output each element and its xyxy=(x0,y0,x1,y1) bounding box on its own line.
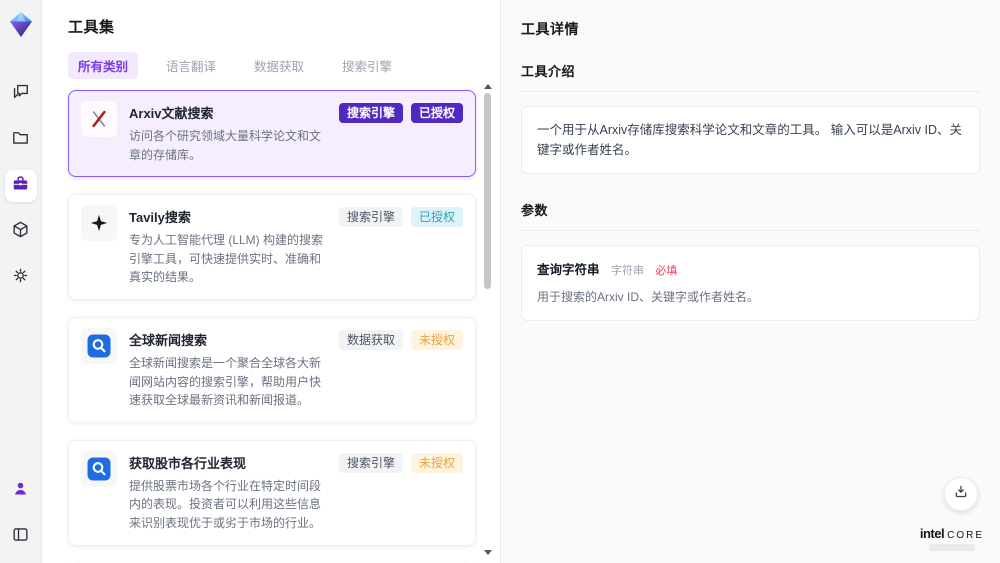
panel-toggle-icon xyxy=(11,525,30,549)
gear-icon xyxy=(11,266,30,290)
param-description: 用于搜索的Arxiv ID、关键字或作者姓名。 xyxy=(537,290,760,304)
tool-details-panel: 工具详情 工具介绍 一个用于从Arxiv存储库搜索科学论文和文章的工具。 输入可… xyxy=(500,0,1000,563)
intel-logo-sub-badge xyxy=(928,544,975,551)
category-tabs: 所有类别 语言翻译 数据获取 搜索引擎 xyxy=(68,52,500,79)
user-icon xyxy=(11,479,30,503)
param-name: 查询字符串 xyxy=(537,263,600,277)
tool-auth-badge: 未授权 xyxy=(410,452,463,473)
category-tab[interactable]: 数据获取 xyxy=(244,52,314,79)
tool-card[interactable]: 获取股市各行业表现 提供股票市场各个行业在特定时间段内的表现。投资者可以利用这些… xyxy=(68,439,476,546)
tool-auth-badge: 已授权 xyxy=(410,207,463,228)
download-icon xyxy=(953,484,969,505)
app-window: 工具集 所有类别 语言翻译 数据获取 搜索引擎 Arxiv文献搜索 访问各个研究… xyxy=(0,0,1000,563)
tool-description: 提供股票市场各个行业在特定时间段内的表现。投资者可以利用这些信息来识别表现优于或… xyxy=(129,478,322,530)
param-type: 字符串 xyxy=(610,265,644,277)
app-logo xyxy=(8,11,34,44)
toolbox-icon xyxy=(11,174,30,198)
sidebar-item-files[interactable] xyxy=(5,124,37,156)
parameter-card: 查询字符串 字符串 必填 用于搜索的Arxiv ID、关键字或作者姓名。 xyxy=(521,245,980,321)
scroll-down-arrow-icon[interactable] xyxy=(483,550,492,555)
news-search-icon xyxy=(81,327,117,364)
arxiv-icon xyxy=(81,101,117,137)
list-scrollbar[interactable] xyxy=(483,84,492,555)
sidebar-item-chat[interactable] xyxy=(5,78,37,110)
intro-heading: 工具介绍 xyxy=(521,61,980,92)
sidebar-item-models[interactable] xyxy=(5,216,37,248)
core-wordmark: CORE xyxy=(947,530,984,541)
tool-card[interactable]: 全球新闻搜索 全球新闻搜索是一个聚合全球各大新闻网站内容的搜索引擎，帮助用户快速… xyxy=(68,316,476,423)
category-tab[interactable]: 所有类别 xyxy=(68,52,139,79)
tool-title: 全球新闻搜索 xyxy=(129,332,208,348)
intel-core-logo: intel CORE xyxy=(920,526,984,551)
params-list: 查询字符串 字符串 必填 用于搜索的Arxiv ID、关键字或作者姓名。 xyxy=(521,245,980,321)
sidebar-item-collapse[interactable] xyxy=(5,521,37,553)
tool-card[interactable]: Tavily搜索 专为人工智能代理 (LLM) 构建的搜索引擎工具，可快速提供实… xyxy=(68,194,476,300)
param-required-badge: 必填 xyxy=(655,265,678,277)
tool-description: 专为人工智能代理 (LLM) 构建的搜索引擎工具，可快速提供实时、准确和真实的结… xyxy=(129,233,324,285)
tool-auth-badge: 已授权 xyxy=(410,103,463,123)
left-rail xyxy=(0,0,42,563)
scroll-up-arrow-icon[interactable] xyxy=(483,84,492,89)
tools-panel: 工具集 所有类别 语言翻译 数据获取 搜索引擎 Arxiv文献搜索 访问各个研究… xyxy=(42,0,500,563)
tool-category-badge: 搜索引擎 xyxy=(338,452,403,473)
tool-description: 全球新闻搜索是一个聚合全球各大新闻网站内容的搜索引擎，帮助用户快速获取全球最新资… xyxy=(129,355,322,408)
details-title: 工具详情 xyxy=(521,21,579,37)
sidebar-item-settings[interactable] xyxy=(5,262,37,294)
tool-title: Arxiv文献搜索 xyxy=(129,106,214,121)
tool-category-badge: 数据获取 xyxy=(338,329,403,350)
scrollbar-thumb[interactable] xyxy=(484,93,491,289)
tool-auth-badge: 未授权 xyxy=(410,329,463,350)
tool-title: Tavily搜索 xyxy=(129,210,191,226)
intel-wordmark: intel xyxy=(919,526,945,541)
tool-list: Arxiv文献搜索 访问各个研究领域大量科学论文和文章的存储库。 搜索引擎 已授… xyxy=(68,90,476,563)
category-tab[interactable]: 搜索引擎 xyxy=(332,52,402,79)
category-tab[interactable]: 语言翻译 xyxy=(156,52,226,79)
tool-category-badge: 搜索引擎 xyxy=(338,207,403,228)
chat-icon xyxy=(11,82,30,106)
sidebar-item-tools[interactable] xyxy=(4,170,37,202)
news-search-icon xyxy=(81,450,117,487)
download-button[interactable] xyxy=(944,477,978,511)
intro-card: 一个用于从Arxiv存储库搜索科学论文和文章的工具。 输入可以是Arxiv ID… xyxy=(521,106,980,174)
tool-category-badge: 搜索引擎 xyxy=(338,103,403,123)
cube-icon xyxy=(11,220,30,244)
sidebar-item-account[interactable] xyxy=(5,475,37,507)
page-title: 工具集 xyxy=(68,19,115,36)
intro-text: 一个用于从Arxiv存储库搜索科学论文和文章的工具。 输入可以是Arxiv ID… xyxy=(537,123,963,157)
folder-icon xyxy=(11,128,30,152)
tavily-star-icon xyxy=(81,205,117,242)
params-heading: 参数 xyxy=(521,200,980,231)
tool-description: 访问各个研究领域大量科学论文和文章的存储库。 xyxy=(129,129,322,162)
tool-card[interactable]: Arxiv文献搜索 访问各个研究领域大量科学论文和文章的存储库。 搜索引擎 已授… xyxy=(68,90,476,178)
tool-title: 获取股市各行业表现 xyxy=(129,455,247,471)
